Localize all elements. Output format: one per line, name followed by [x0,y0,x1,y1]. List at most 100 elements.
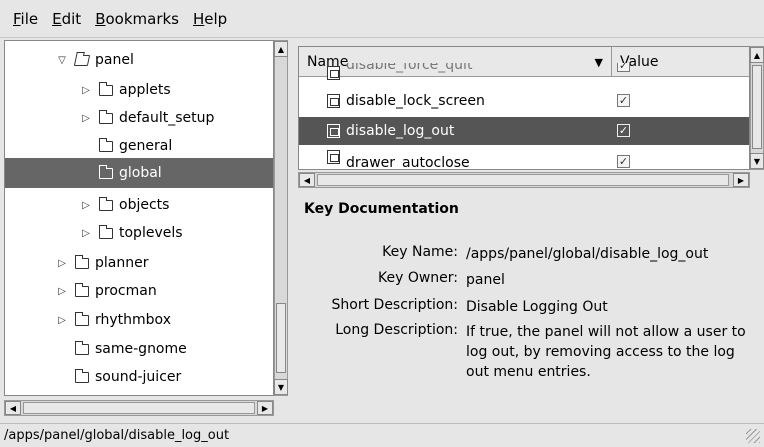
expander-closed-icon[interactable]: ▷ [79,113,93,124]
expander-closed-icon[interactable]: ▷ [55,258,69,269]
tree-item-global[interactable]: global [5,158,273,188]
resize-grip-icon[interactable] [746,429,760,443]
folder-icon [99,137,113,152]
key-list[interactable]: Name ▼ Value disable_force_quit ✓ disabl… [298,46,750,170]
list-row-selected[interactable]: disable_log_out ✓ [299,117,749,145]
tree-item-planner[interactable]: ▷ planner [5,248,273,278]
menu-bookmarks-mnemonic: B [95,9,106,28]
menu-help-mnemonic: H [193,9,205,28]
tree-item-label: default_setup [119,110,215,126]
expander-closed-icon[interactable]: ▷ [79,85,93,96]
folder-icon [99,81,113,96]
menu-help[interactable]: Help [193,10,227,28]
menu-edit[interactable]: Edit [52,10,81,28]
tree-hscroll-thumb[interactable] [23,402,255,414]
key-icon [327,94,340,108]
tree-item-label: panel [95,52,134,68]
row-name: disable_lock_screen [346,93,485,109]
long-description-value: If true, the panel will not allow a user… [466,324,746,380]
list-scroll-thumb[interactable] [752,65,762,149]
tree-vertical-scrollbar[interactable]: ▲ ▼ [274,40,288,396]
list-row[interactable]: drawer_autoclose ✓ [299,145,749,169]
tree-item-label: objects [119,197,170,213]
menu-file[interactable]: File [13,10,38,28]
tree-item-same-gnome[interactable]: same-gnome [5,334,273,364]
folder-icon [75,282,89,297]
key-name-value: /apps/panel/global/disable_log_out [466,246,709,262]
menu-file-label: ile [20,9,39,28]
folder-icon [75,311,89,326]
tree-item-objects[interactable]: ▷ objects [5,190,273,220]
menu-help-label: elp [204,9,228,28]
list-row[interactable]: disable_force_quit ✓ [299,63,749,83]
menu-file-mnemonic: F [13,9,21,28]
checkbox-checked-icon[interactable]: ✓ [617,94,630,107]
menu-edit-mnemonic: E [52,9,62,28]
tree-item-label: same-gnome [95,341,187,357]
folder-icon [99,164,113,179]
tree-item-label: global [119,165,162,181]
tree-item-label: general [119,138,173,154]
scroll-right-arrow-icon[interactable]: ▶ [733,173,749,187]
status-path: /apps/panel/global/disable_log_out [4,428,230,443]
folder-icon [75,340,89,355]
folder-icon [75,254,89,269]
tree-item-label: sound-juicer [95,369,182,385]
expander-open-icon[interactable]: ▽ [55,55,69,66]
tree-item-toplevels[interactable]: ▷ toplevels [5,218,273,248]
scroll-up-arrow-icon[interactable]: ▲ [750,47,764,63]
checkbox-checked-icon[interactable]: ✓ [617,155,630,168]
row-name: disable_force_quit [346,63,473,73]
key-name-label: Key Name: [382,244,458,260]
key-icon [327,150,340,164]
tree-item-label: procman [95,283,157,299]
scroll-right-arrow-icon[interactable]: ▶ [257,401,273,415]
key-icon [327,124,340,138]
scroll-up-arrow-icon[interactable]: ▲ [274,41,288,57]
tree-item-label: applets [119,82,171,98]
row-name: disable_log_out [346,123,455,139]
scroll-down-arrow-icon[interactable]: ▼ [274,379,288,395]
key-owner-value: panel [466,272,505,288]
tree-item-sound-juicer[interactable]: sound-juicer [5,362,273,392]
tree-item-procman[interactable]: ▷ procman [5,276,273,306]
row-name: drawer_autoclose [346,155,470,169]
tree-scroll-thumb[interactable] [276,303,286,373]
tree-item-general[interactable]: general [5,131,273,161]
folder-icon [99,224,113,239]
tree-item-label: toplevels [119,225,183,241]
menu-bookmarks-label: ookmarks [105,9,179,28]
list-row[interactable]: disable_lock_screen ✓ [299,87,749,115]
expander-closed-icon[interactable]: ▷ [79,200,93,211]
short-description-label: Short Description: [331,297,458,313]
key-icon [327,66,340,80]
list-horizontal-scrollbar[interactable]: ◀ ▶ [298,172,750,188]
list-vertical-scrollbar[interactable]: ▲ ▼ [750,46,764,170]
scroll-left-arrow-icon[interactable]: ◀ [5,401,21,415]
key-documentation-title: Key Documentation [304,201,459,217]
tree-item-panel[interactable]: ▽ panel [5,45,273,75]
checkbox-checked-icon[interactable]: ✓ [617,63,630,72]
list-hscroll-thumb[interactable] [317,174,729,186]
checkbox-checked-icon[interactable]: ✓ [617,124,630,137]
tree-item-default-setup[interactable]: ▷ default_setup [5,103,273,133]
folder-open-icon [73,54,91,66]
scroll-left-arrow-icon[interactable]: ◀ [299,173,315,187]
expander-closed-icon[interactable]: ▷ [79,228,93,239]
directory-tree[interactable]: ▽ panel ▷ applets ▷ default_setup genera… [4,40,274,396]
expander-closed-icon[interactable]: ▷ [55,315,69,326]
tree-item-rhythmbox[interactable]: ▷ rhythmbox [5,305,273,335]
tree-item-label: planner [95,255,149,271]
scroll-down-arrow-icon[interactable]: ▼ [750,153,764,169]
folder-icon [99,196,113,211]
short-description-value: Disable Logging Out [466,299,608,315]
tree-item-applets[interactable]: ▷ applets [5,75,273,105]
tree-horizontal-scrollbar[interactable]: ◀ ▶ [4,400,274,416]
menu-edit-label: dit [61,9,82,28]
menu-bookmarks[interactable]: Bookmarks [95,10,179,28]
folder-icon [99,109,113,124]
status-bar: /apps/panel/global/disable_log_out [0,423,764,447]
expander-closed-icon[interactable]: ▷ [55,286,69,297]
folder-icon [75,368,89,383]
tree-item-label: rhythmbox [95,312,171,328]
